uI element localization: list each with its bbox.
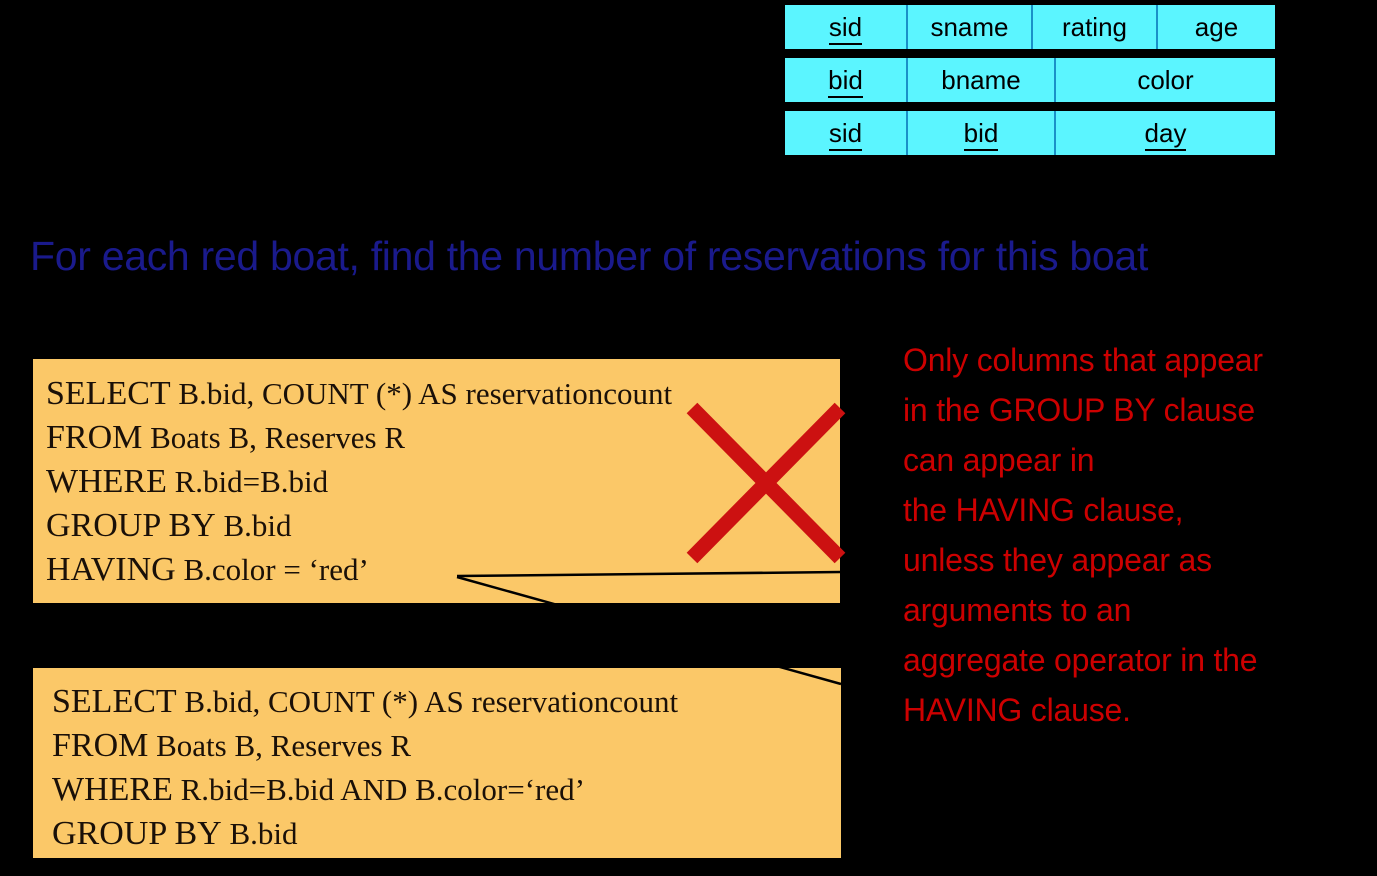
note-line: in the GROUP BY clause bbox=[903, 392, 1255, 428]
schema-tables: sid sname rating age bid bname color sid bid day bbox=[782, 2, 1278, 161]
sql-body: R.bid=B.bid AND B.color=‘red’ bbox=[172, 772, 585, 807]
note-line: unless they appear as bbox=[903, 542, 1212, 578]
sql-keyword: SELECT bbox=[52, 683, 177, 720]
sql-body: B.bid bbox=[215, 508, 292, 543]
schema-column-label: sname bbox=[930, 12, 1009, 42]
note-line: arguments to an bbox=[903, 592, 1132, 628]
schema-column-sname: sname bbox=[908, 5, 1033, 49]
sql-line: SELECT B.bid, COUNT (*) AS reservationco… bbox=[52, 680, 841, 724]
note-line: Only columns that appear bbox=[903, 342, 1263, 378]
schema-column-age: age bbox=[1158, 5, 1275, 49]
sql-keyword: GROUP BY bbox=[52, 815, 222, 852]
sql-line: WHERE R.bid=B.bid AND B.color=‘red’ bbox=[52, 768, 841, 812]
schema-table-boats: bid bname color bbox=[782, 55, 1278, 105]
sql-keyword: FROM bbox=[52, 727, 149, 764]
schema-column-label: sid bbox=[828, 12, 863, 45]
sql-line: FROM Boats B, Reserves R bbox=[46, 416, 840, 460]
schema-column-day: day bbox=[1056, 111, 1275, 155]
schema-column-bname: bname bbox=[908, 58, 1056, 102]
sql-keyword: GROUP BY bbox=[46, 507, 216, 544]
sql-body: R.bid=B.bid bbox=[166, 464, 329, 499]
schema-column-label: age bbox=[1194, 12, 1239, 42]
sql-line: GROUP BY B.bid bbox=[52, 812, 841, 856]
schema-column-label: sid bbox=[828, 118, 863, 151]
note-line: can appear in bbox=[903, 442, 1095, 478]
sql-body: Boats B, Reserves R bbox=[148, 728, 411, 763]
schema-column-label: bid bbox=[828, 65, 863, 98]
schema-table-reserves: sid bid day bbox=[782, 108, 1278, 158]
sql-body: B.bid bbox=[221, 816, 298, 851]
schema-column-sid: sid bbox=[785, 111, 908, 155]
page-title: For each red boat, find the number of re… bbox=[30, 233, 1149, 279]
sql-line: FROM Boats B, Reserves R bbox=[52, 724, 841, 768]
sql-body: B.color = ‘red’ bbox=[175, 552, 369, 587]
correct-query-box: SELECT B.bid, COUNT (*) AS reservationco… bbox=[33, 668, 841, 858]
sql-line: SELECT B.bid, COUNT (*) AS reservationco… bbox=[46, 372, 840, 416]
sql-keyword: SELECT bbox=[46, 375, 171, 412]
sql-body: B.bid, COUNT (*) AS reservationcount bbox=[170, 376, 673, 411]
sql-line: WHERE R.bid=B.bid bbox=[46, 460, 840, 504]
note-line: aggregate operator in the bbox=[903, 642, 1258, 678]
sql-body: B.bid, COUNT (*) AS reservationcount bbox=[176, 684, 679, 719]
sql-keyword: WHERE bbox=[52, 771, 173, 808]
explanation-note: Only columns that appear in the GROUP BY … bbox=[903, 335, 1363, 735]
schema-column-color: color bbox=[1056, 58, 1275, 102]
sql-keyword: WHERE bbox=[46, 463, 167, 500]
note-line: HAVING clause. bbox=[903, 692, 1131, 728]
schema-column-label: day bbox=[1144, 118, 1187, 151]
schema-column-sid: sid bbox=[785, 5, 908, 49]
schema-column-bid: bid bbox=[785, 58, 908, 102]
schema-column-bid: bid bbox=[908, 111, 1056, 155]
sql-line: HAVING B.color = ‘red’ bbox=[46, 548, 840, 592]
schema-column-label: bname bbox=[941, 65, 1021, 95]
schema-column-label: bid bbox=[963, 118, 999, 151]
sql-keyword: HAVING bbox=[46, 551, 176, 588]
schema-column-label: rating bbox=[1061, 12, 1128, 42]
note-line: the HAVING clause, bbox=[903, 492, 1184, 528]
sql-body: Boats B, Reserves R bbox=[142, 420, 405, 455]
schema-table-sailors: sid sname rating age bbox=[782, 2, 1278, 52]
sql-keyword: FROM bbox=[46, 419, 143, 456]
schema-column-rating: rating bbox=[1033, 5, 1158, 49]
wrong-query-box: SELECT B.bid, COUNT (*) AS reservationco… bbox=[33, 359, 840, 603]
schema-column-label: color bbox=[1137, 65, 1194, 95]
sql-line: GROUP BY B.bid bbox=[46, 504, 840, 548]
